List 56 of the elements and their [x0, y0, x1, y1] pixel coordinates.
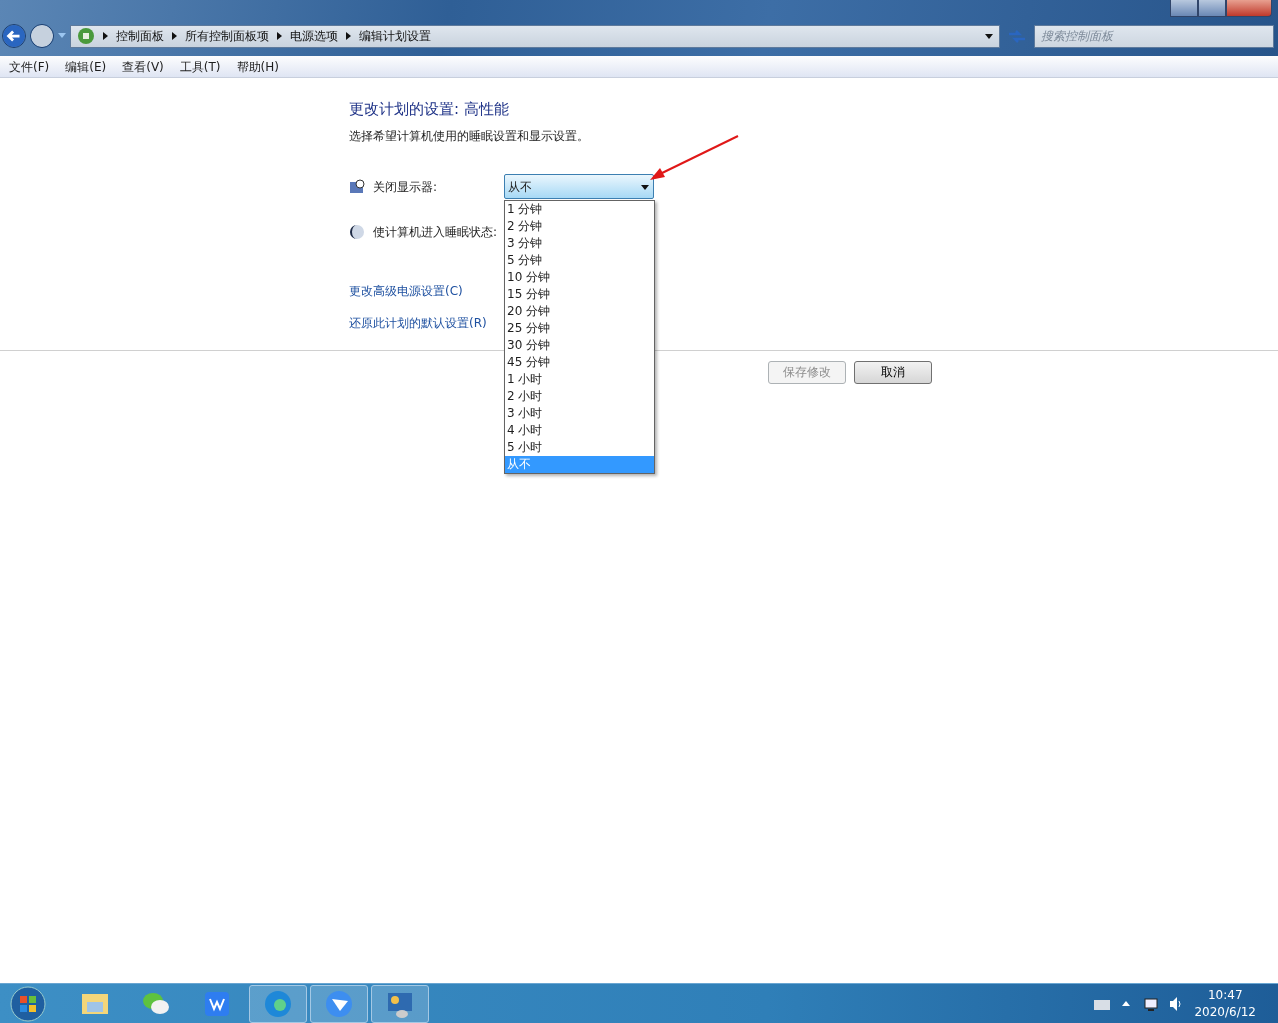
back-button[interactable]	[2, 24, 26, 48]
taskbar-app[interactable]	[371, 984, 429, 1023]
link[interactable]: 还原此计划的默认设置(R)	[349, 313, 487, 332]
setting-label: 关闭显示器:	[372, 178, 439, 196]
show-hidden-icons-icon[interactable]	[1122, 1001, 1131, 1006]
dropdown-option[interactable]: 3 分钟	[505, 235, 654, 252]
chevron-icon[interactable]	[103, 32, 108, 40]
cancel-button[interactable]: 取消	[854, 360, 932, 384]
clock[interactable]: 10:47 2020/6/12	[1194, 986, 1256, 1021]
chevron-icon[interactable]	[172, 32, 177, 40]
dropdown-option[interactable]: 1 分钟	[505, 201, 654, 218]
menu-item[interactable]: 查看(V)	[122, 57, 164, 76]
menu-item[interactable]: 编辑(E)	[65, 57, 107, 76]
maximize-button[interactable]	[1198, 0, 1226, 17]
dropdown-option[interactable]: 3 小时	[505, 405, 654, 422]
dropdown-option[interactable]: 10 分钟	[505, 269, 654, 286]
dropdown-option[interactable]: 4 小时	[505, 422, 654, 439]
chevron-icon[interactable]	[277, 32, 282, 40]
caret-icon	[641, 185, 649, 190]
link[interactable]: 更改高级电源设置(C)	[349, 281, 463, 300]
dropdown-option[interactable]: 25 分钟	[505, 320, 654, 337]
minimize-button[interactable]	[1170, 0, 1198, 17]
start-button[interactable]	[8, 984, 48, 1023]
breadcrumb-item[interactable]: 编辑计划设置	[359, 27, 431, 45]
taskbar-app[interactable]	[310, 984, 368, 1023]
dropdown-option[interactable]: 5 分钟	[505, 252, 654, 269]
dropdown-option[interactable]: 45 分钟	[505, 354, 654, 371]
dropdown[interactable]: 从不	[504, 174, 654, 199]
menu-item[interactable]: 文件(F)	[9, 57, 50, 76]
dropdown-option[interactable]: 1 小时	[505, 371, 654, 388]
menu-item[interactable]: 工具(T)	[179, 57, 221, 76]
moon-icon	[349, 223, 365, 240]
control-panel-icon	[77, 27, 95, 45]
forward-button[interactable]	[30, 24, 54, 48]
dropdown-option[interactable]: 15 分钟	[505, 286, 654, 303]
dropdown-option[interactable]: 5 小时	[505, 439, 654, 456]
menu-item[interactable]: 帮助(H)	[236, 57, 279, 76]
breadcrumb-item[interactable]: 所有控制面板项	[185, 27, 269, 45]
chevron-icon[interactable]	[346, 32, 351, 40]
setting-label: 使计算机进入睡眠状态:	[372, 223, 499, 241]
monitor-clock-icon	[349, 178, 365, 195]
volume-icon[interactable]	[1170, 996, 1183, 1011]
dropdown-option[interactable]: 2 分钟	[505, 218, 654, 235]
page-title: 更改计划的设置: 高性能	[349, 99, 510, 120]
dropdown-option[interactable]: 20 分钟	[505, 303, 654, 320]
search-field[interactable]: 搜索控制面板	[1034, 24, 1274, 48]
dropdown-icon[interactable]	[985, 33, 993, 39]
breadcrumb-item[interactable]: 电源选项	[290, 27, 338, 45]
breadcrumb-item[interactable]: 控制面板	[116, 27, 164, 45]
keyboard-icon[interactable]	[1094, 997, 1111, 1010]
close-button[interactable]	[1226, 0, 1272, 17]
page-subtitle: 选择希望计算机使用的睡眠设置和显示设置。	[349, 127, 590, 145]
dropdown-option[interactable]: 30 分钟	[505, 337, 654, 354]
dropdown-option[interactable]: 2 小时	[505, 388, 654, 405]
address-bar[interactable]: 控制面板 所有控制面板项 电源选项 编辑计划设置	[70, 24, 1000, 48]
network-icon[interactable]	[1142, 995, 1159, 1012]
